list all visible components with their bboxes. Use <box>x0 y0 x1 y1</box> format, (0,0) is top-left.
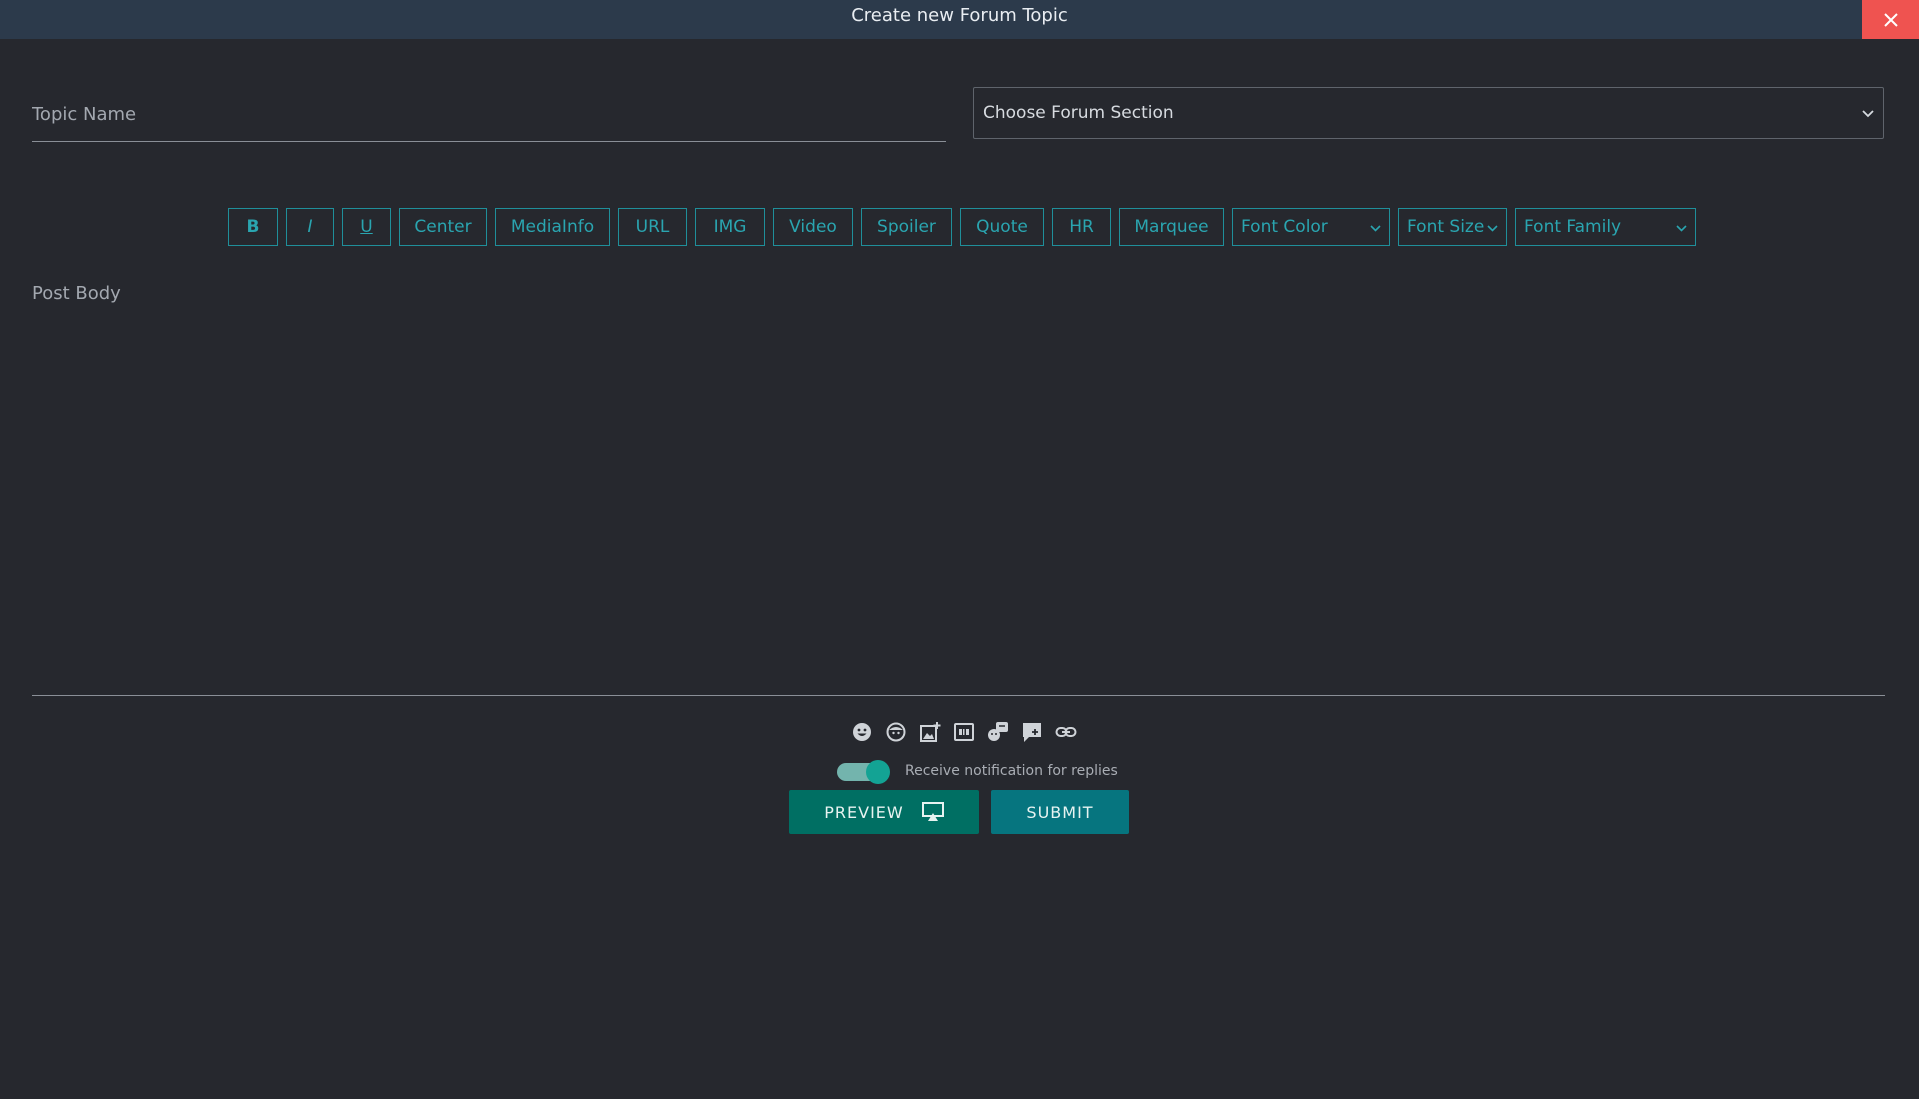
submit-button[interactable]: SUBMIT <box>991 790 1129 834</box>
chevron-down-icon <box>1370 217 1381 237</box>
forum-section-select[interactable]: Choose Forum Section <box>973 87 1884 139</box>
link-icon[interactable] <box>1053 719 1079 745</box>
font-color-label: Font Color <box>1241 217 1328 237</box>
url-button[interactable]: URL <box>618 208 687 246</box>
preview-label: PREVIEW <box>824 802 904 822</box>
chevron-down-icon <box>1487 217 1498 237</box>
meme-icon[interactable] <box>985 719 1011 745</box>
monitor-icon <box>921 802 944 822</box>
quote-button[interactable]: Quote <box>960 208 1044 246</box>
font-family-select[interactable]: Font Family <box>1515 208 1696 246</box>
marquee-button[interactable]: Marquee <box>1119 208 1224 246</box>
img-button[interactable]: IMG <box>695 208 765 246</box>
topic-name-field[interactable] <box>32 88 946 142</box>
mediainfo-button[interactable]: MediaInfo <box>495 208 610 246</box>
topic-name-input[interactable] <box>32 88 946 141</box>
font-color-select[interactable]: Font Color <box>1232 208 1390 246</box>
dialog-header: Create new Forum Topic <box>0 0 1919 39</box>
forum-comment-icon[interactable] <box>1019 719 1045 745</box>
emoji-icon[interactable] <box>849 719 875 745</box>
close-icon <box>1883 12 1898 27</box>
insert-icons-row <box>849 719 1087 745</box>
notify-toggle[interactable] <box>835 760 890 784</box>
chevron-down-icon <box>1862 103 1874 123</box>
notify-label: Receive notification for replies <box>905 763 1118 779</box>
video-button[interactable]: Video <box>773 208 853 246</box>
preview-button[interactable]: PREVIEW <box>789 790 979 834</box>
format-toolbar: B I U Center MediaInfo URL IMG Video Spo… <box>228 208 1696 246</box>
font-size-select[interactable]: Font Size <box>1398 208 1507 246</box>
font-size-label: Font Size <box>1407 217 1485 237</box>
toggle-knob <box>866 760 890 784</box>
italic-button[interactable]: I <box>286 208 334 246</box>
post-body-textarea[interactable]: Post Body <box>32 283 1885 696</box>
notify-row: Receive notification for replies <box>835 760 1118 784</box>
font-family-label: Font Family <box>1524 217 1622 237</box>
add-image-icon[interactable] <box>917 719 943 745</box>
close-button[interactable] <box>1862 0 1919 39</box>
underline-button[interactable]: U <box>342 208 391 246</box>
center-button[interactable]: Center <box>399 208 487 246</box>
sticker-icon[interactable] <box>883 719 909 745</box>
gif-icon[interactable] <box>951 719 977 745</box>
bold-button[interactable]: B <box>228 208 278 246</box>
post-body-placeholder: Post Body <box>32 283 121 304</box>
dialog-title: Create new Forum Topic <box>851 5 1068 26</box>
forum-section-value: Choose Forum Section <box>983 103 1174 123</box>
hr-button[interactable]: HR <box>1052 208 1111 246</box>
chevron-down-icon <box>1676 217 1687 237</box>
spoiler-button[interactable]: Spoiler <box>861 208 952 246</box>
